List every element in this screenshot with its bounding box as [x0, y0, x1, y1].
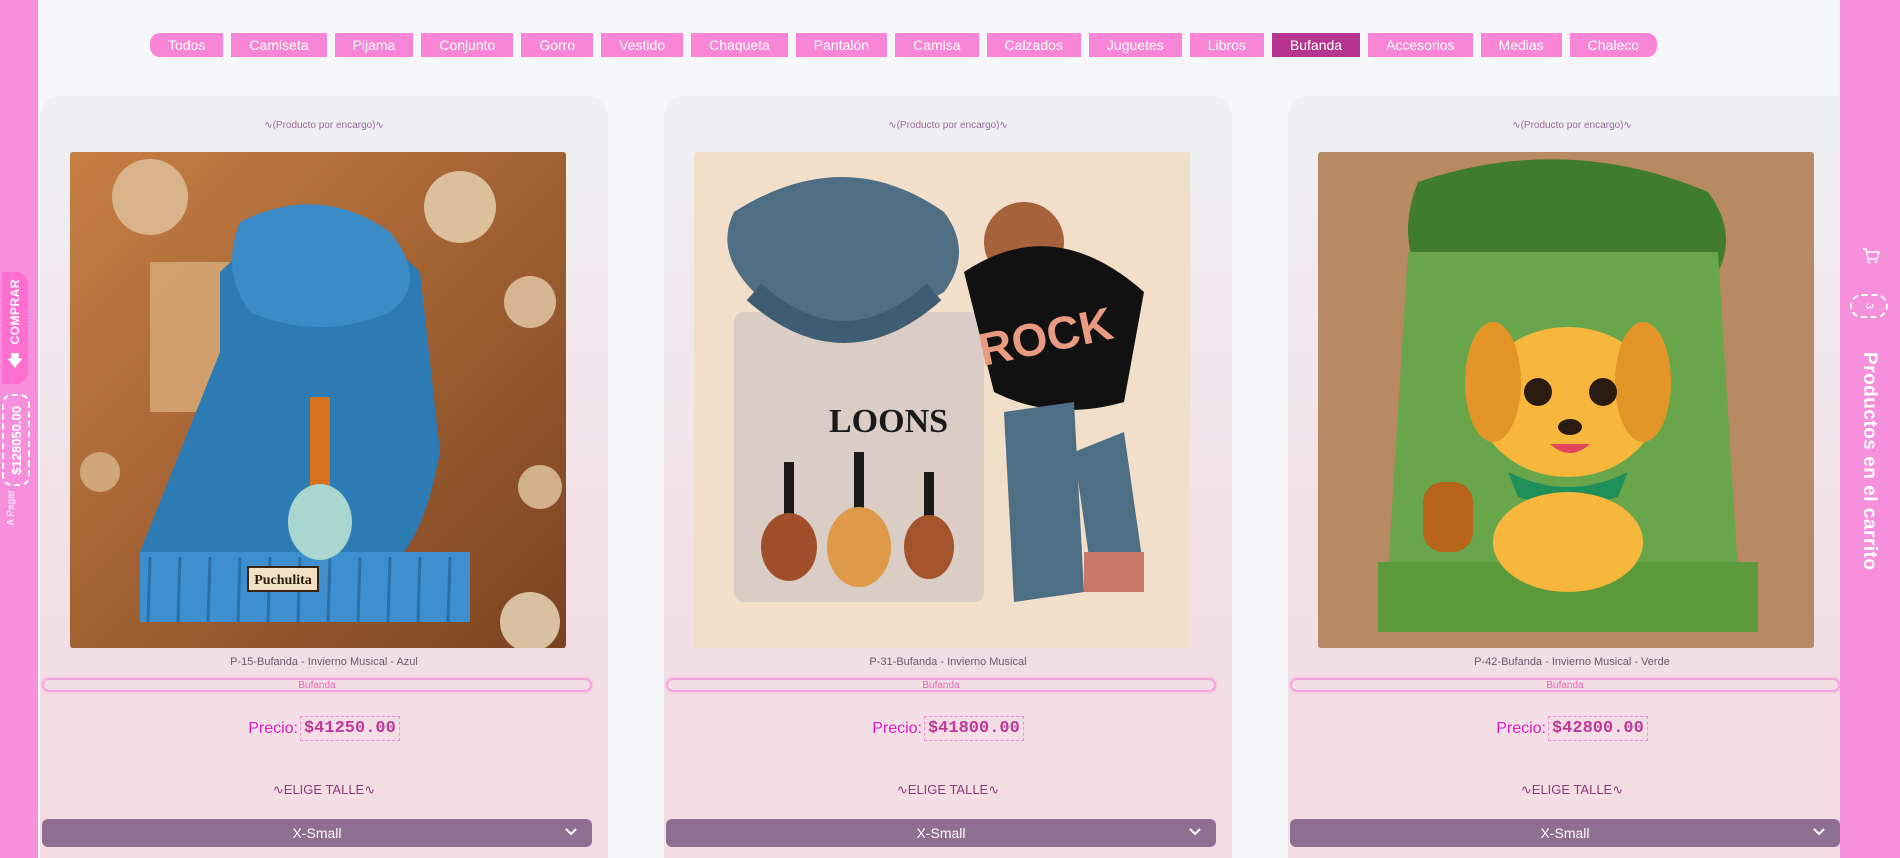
size-label: ∿ELIGE TALLE∿ — [1520, 782, 1624, 797]
total-amount: $128050.00 — [8, 405, 24, 475]
price-value: $41800.00 — [923, 716, 1024, 741]
chevron-down-icon — [1813, 828, 1825, 836]
size-select[interactable]: X-Small — [1290, 819, 1840, 847]
chevron-down-icon — [565, 828, 577, 836]
buy-button[interactable]: COMPRAR 🡇 — [2, 272, 28, 384]
category-nav: Todos Camiseta Pijama Conjunto Gorro Ves… — [150, 33, 1658, 57]
category-accesorios[interactable]: Accesorios — [1368, 33, 1473, 57]
category-chaqueta[interactable]: Chaqueta — [691, 33, 788, 57]
buy-label: COMPRAR — [8, 278, 22, 345]
to-pay-label: A Pagar — [6, 490, 17, 526]
price-value: $41250.00 — [299, 716, 400, 741]
product-category: Bufanda — [1290, 678, 1840, 692]
category-vestido[interactable]: Vestido — [601, 33, 684, 57]
product-category: Bufanda — [42, 678, 592, 692]
cart-title: Productos en el carrito — [1859, 352, 1880, 571]
order-note: ∿(Producto por encargo)∿ — [888, 120, 1008, 131]
size-select[interactable]: X-Small — [42, 819, 592, 847]
product-image[interactable] — [1318, 152, 1814, 648]
category-todos[interactable]: Todos — [150, 33, 224, 57]
product-image[interactable]: LOONS ROCK — [694, 152, 1190, 648]
price-label: Precio: — [248, 719, 298, 737]
product-card: ∿(Producto por encargo)∿ LOONS ROCK P-31… — [664, 96, 1232, 858]
category-medias[interactable]: Medias — [1480, 33, 1562, 57]
arrow-down-icon: 🡇 — [6, 353, 24, 371]
product-name: P-15-Bufanda - Invierno Musical - Azul — [230, 656, 418, 668]
cart-icon[interactable] — [1862, 248, 1880, 264]
cart-count: 3 — [1863, 302, 1875, 310]
price-label: Precio: — [872, 719, 922, 737]
product-card: ∿(Producto por encargo)∿ Puchulita P-15-… — [40, 96, 608, 858]
product-category: Bufanda — [666, 678, 1216, 692]
category-gorro[interactable]: Gorro — [521, 33, 594, 57]
product-name: P-42-Bufanda - Invierno Musical - Verde — [1474, 656, 1670, 668]
price-row: Precio: $41800.00 — [664, 716, 1232, 741]
category-calzados[interactable]: Calzados — [986, 33, 1081, 57]
size-value: X-Small — [292, 825, 342, 841]
category-camiseta[interactable]: Camiseta — [231, 33, 327, 57]
category-pijama[interactable]: Pijama — [334, 33, 414, 57]
cart-count-badge: 3 — [1850, 294, 1888, 318]
category-pantalon[interactable]: Pantalón — [795, 33, 888, 57]
order-note: ∿(Producto por encargo)∿ — [264, 120, 384, 131]
product-image[interactable]: Puchulita — [70, 152, 566, 648]
category-bufanda[interactable]: Bufanda — [1271, 33, 1361, 57]
price-row: Precio: $41250.00 — [40, 716, 608, 741]
left-checkout-rail: COMPRAR 🡇 $128050.00 A Pagar — [0, 0, 38, 858]
order-note: ∿(Producto por encargo)∿ — [1512, 120, 1632, 131]
product-name: P-31-Bufanda - Invierno Musical — [869, 656, 1027, 668]
size-value: X-Small — [1540, 825, 1590, 841]
size-select[interactable]: X-Small — [666, 819, 1216, 847]
size-value: X-Small — [916, 825, 966, 841]
category-juguetes[interactable]: Juguetes — [1088, 33, 1182, 57]
product-card: ∿(Producto por encargo)∿ P-42-Bufanda - … — [1288, 96, 1856, 858]
price-value: $42800.00 — [1547, 716, 1648, 741]
total-amount-box: $128050.00 — [2, 394, 30, 486]
svg-text:LOONS: LOONS — [829, 403, 948, 440]
category-libros[interactable]: Libros — [1189, 33, 1264, 57]
category-camisa[interactable]: Camisa — [895, 33, 979, 57]
price-row: Precio: $42800.00 — [1288, 716, 1856, 741]
category-conjunto[interactable]: Conjunto — [421, 33, 514, 57]
right-cart-rail[interactable]: 3 Productos en el carrito — [1840, 0, 1900, 858]
size-label: ∿ELIGE TALLE∿ — [272, 782, 376, 797]
product-tag-text: Puchulita — [254, 573, 312, 588]
size-label: ∿ELIGE TALLE∿ — [896, 782, 1000, 797]
price-label: Precio: — [1496, 719, 1546, 737]
category-chaleco[interactable]: Chaleco — [1569, 33, 1658, 57]
chevron-down-icon — [1189, 828, 1201, 836]
